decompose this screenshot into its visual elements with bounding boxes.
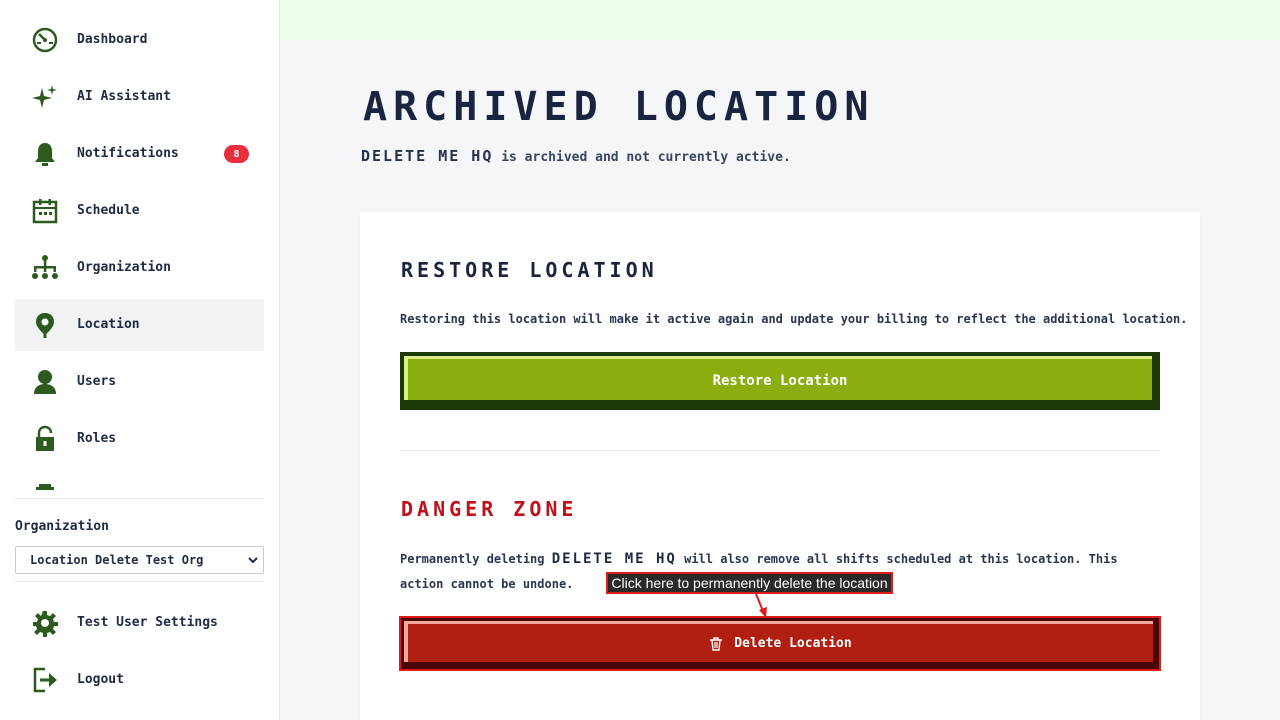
location-name: DELETE ME HQ xyxy=(361,147,494,165)
bell-icon xyxy=(31,140,59,168)
delete-tooltip: Click here to permanently delete the loc… xyxy=(606,572,893,594)
restore-button-label: Restore Location xyxy=(712,373,848,389)
delete-location-button[interactable]: Delete Location xyxy=(401,618,1159,669)
danger-description-line2: action cannot be undone. xyxy=(400,577,574,591)
tooltip-arrow-icon xyxy=(755,593,767,618)
sidebar-item-label: Roles xyxy=(77,431,117,446)
danger-description: Permanently deleting DELETE ME HQ will a… xyxy=(400,551,1118,567)
logout-label: Logout xyxy=(77,672,124,687)
org-chart-icon xyxy=(31,254,59,282)
sidebar-item-label: Organization xyxy=(77,260,171,275)
sidebar-item-label: Notifications xyxy=(77,146,179,161)
location-pin-icon xyxy=(31,311,59,339)
sidebar-divider xyxy=(15,581,264,582)
danger-text-pre: Permanently deleting xyxy=(400,552,552,566)
lock-icon xyxy=(31,425,59,453)
delete-highlight: Delete Location xyxy=(399,616,1161,671)
sidebar-item-users[interactable]: Users xyxy=(15,356,264,408)
sidebar-item-roles[interactable]: Roles xyxy=(15,413,264,465)
dashboard-icon xyxy=(31,26,59,54)
sidebar-item-organization[interactable]: Organization xyxy=(15,242,264,294)
sidebar-nav: Dashboard AI Assistant Notifications 8 S… xyxy=(15,14,264,494)
danger-zone-title: DANGER ZONE xyxy=(401,497,578,521)
organization-select-value: Location Delete Test Org xyxy=(30,553,204,567)
sidebar-item-label: Location xyxy=(77,317,140,332)
danger-location-name: DELETE ME HQ xyxy=(551,551,677,567)
section-divider xyxy=(400,450,1160,451)
user-icon xyxy=(31,368,59,396)
sidebar-item-location[interactable]: Location xyxy=(15,299,264,351)
organization-select[interactable]: Location Delete Test Org xyxy=(15,546,264,574)
sidebar-item-label: AI Assistant xyxy=(77,89,171,104)
sidebar: Dashboard AI Assistant Notifications 8 S… xyxy=(0,0,280,720)
page-title: ARCHIVED LOCATION xyxy=(363,84,875,130)
sidebar-item-notifications[interactable]: Notifications 8 xyxy=(15,128,264,180)
chevron-down-icon xyxy=(247,554,259,566)
trash-icon xyxy=(710,636,723,651)
restore-location-button[interactable]: Restore Location xyxy=(400,352,1160,410)
delete-button-content: Delete Location xyxy=(401,618,1159,669)
delete-button-label: Delete Location xyxy=(734,636,852,651)
sidebar-item-schedule[interactable]: Schedule xyxy=(15,185,264,237)
page-subtitle: DELETE ME HQ is archived and not current… xyxy=(361,147,791,165)
sidebar-item-ai-assistant[interactable]: AI Assistant xyxy=(15,71,264,123)
gear-icon xyxy=(31,609,59,637)
org-label: Organization xyxy=(15,519,109,534)
sidebar-divider xyxy=(15,498,264,499)
sidebar-item-dashboard[interactable]: Dashboard xyxy=(15,14,264,66)
generic-icon xyxy=(31,482,59,494)
subtitle-text: is archived and not currently active. xyxy=(493,150,791,165)
sidebar-item-label: Schedule xyxy=(77,203,140,218)
top-banner xyxy=(280,0,1280,40)
restore-description: Restoring this location will make it act… xyxy=(400,312,1188,326)
calendar-icon xyxy=(31,197,59,225)
sidebar-item-label: Dashboard xyxy=(77,32,148,47)
logout-link[interactable]: Logout xyxy=(15,654,264,706)
sparkle-icon xyxy=(31,83,59,111)
notification-count-badge: 8 xyxy=(224,145,249,163)
logout-icon xyxy=(31,666,59,694)
sidebar-item-more[interactable] xyxy=(15,470,264,490)
restore-section-title: RESTORE LOCATION xyxy=(401,258,658,282)
settings-link[interactable]: Test User Settings xyxy=(15,597,264,649)
settings-label: Test User Settings xyxy=(77,615,218,630)
sidebar-item-label: Users xyxy=(77,374,117,389)
danger-text-post: will also remove all shifts scheduled at… xyxy=(676,552,1118,566)
